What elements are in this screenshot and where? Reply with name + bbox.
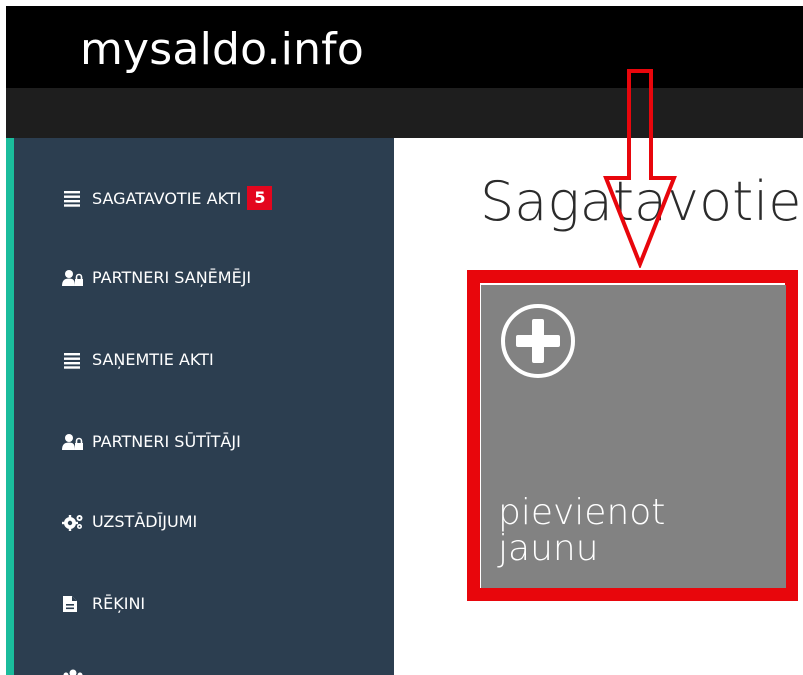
users-lock-icon <box>62 269 84 287</box>
count-badge: 5 <box>247 186 273 210</box>
sidebar-item-partneri-sanemeji[interactable]: PARTNERI SAŅĒMĒJI <box>62 268 251 287</box>
list-icon <box>62 351 84 369</box>
sidebar-item-label: UZSTĀDĪJUMI <box>92 512 198 531</box>
sidebar: SAGATAVOTIE AKTI 5 PARTNERI SAŅĒMĒJI SAŅ… <box>6 138 394 675</box>
users-icon <box>62 668 84 675</box>
top-bar: mysaldo.info <box>6 6 803 88</box>
sidebar-item-sagatavotie-akti[interactable]: SAGATAVOTIE AKTI 5 <box>62 186 273 210</box>
users-lock-icon <box>62 433 84 451</box>
sub-header-bar <box>6 88 803 138</box>
sidebar-item-uzstadijumi[interactable]: UZSTĀDĪJUMI <box>62 512 197 531</box>
sidebar-item-partneri-sutitaji[interactable]: PARTNERI SŪTĪTĀJI <box>62 432 241 451</box>
add-new-label: pievienot jaunu <box>498 495 758 567</box>
sidebar-item-label: PARTNERI SAŅĒMĒJI <box>92 268 252 287</box>
plus-circle-icon <box>498 301 578 386</box>
add-new-label-line2: jaunu <box>498 528 599 569</box>
sidebar-item-label: RĒĶINI <box>92 594 146 613</box>
sidebar-item-partial[interactable] <box>62 668 92 675</box>
add-new-tile[interactable]: pievienot jaunu <box>481 285 786 588</box>
sidebar-item-rekini[interactable]: RĒĶINI <box>62 594 145 613</box>
file-icon <box>62 595 84 613</box>
sidebar-item-label: PARTNERI SŪTĪTĀJI <box>92 432 241 451</box>
add-new-label-line1: pievienot <box>498 492 666 533</box>
gears-icon <box>62 513 84 531</box>
list-icon <box>62 189 84 207</box>
brand-logo-text[interactable]: mysaldo.info <box>80 24 364 76</box>
annotation-arrow-down-icon <box>603 69 677 268</box>
sidebar-item-sanemtie-akti[interactable]: SAŅEMTIE AKTI <box>62 350 214 369</box>
sidebar-item-label: SAGATAVOTIE AKTI <box>92 188 242 208</box>
sidebar-item-label: SAŅEMTIE AKTI <box>92 350 214 369</box>
